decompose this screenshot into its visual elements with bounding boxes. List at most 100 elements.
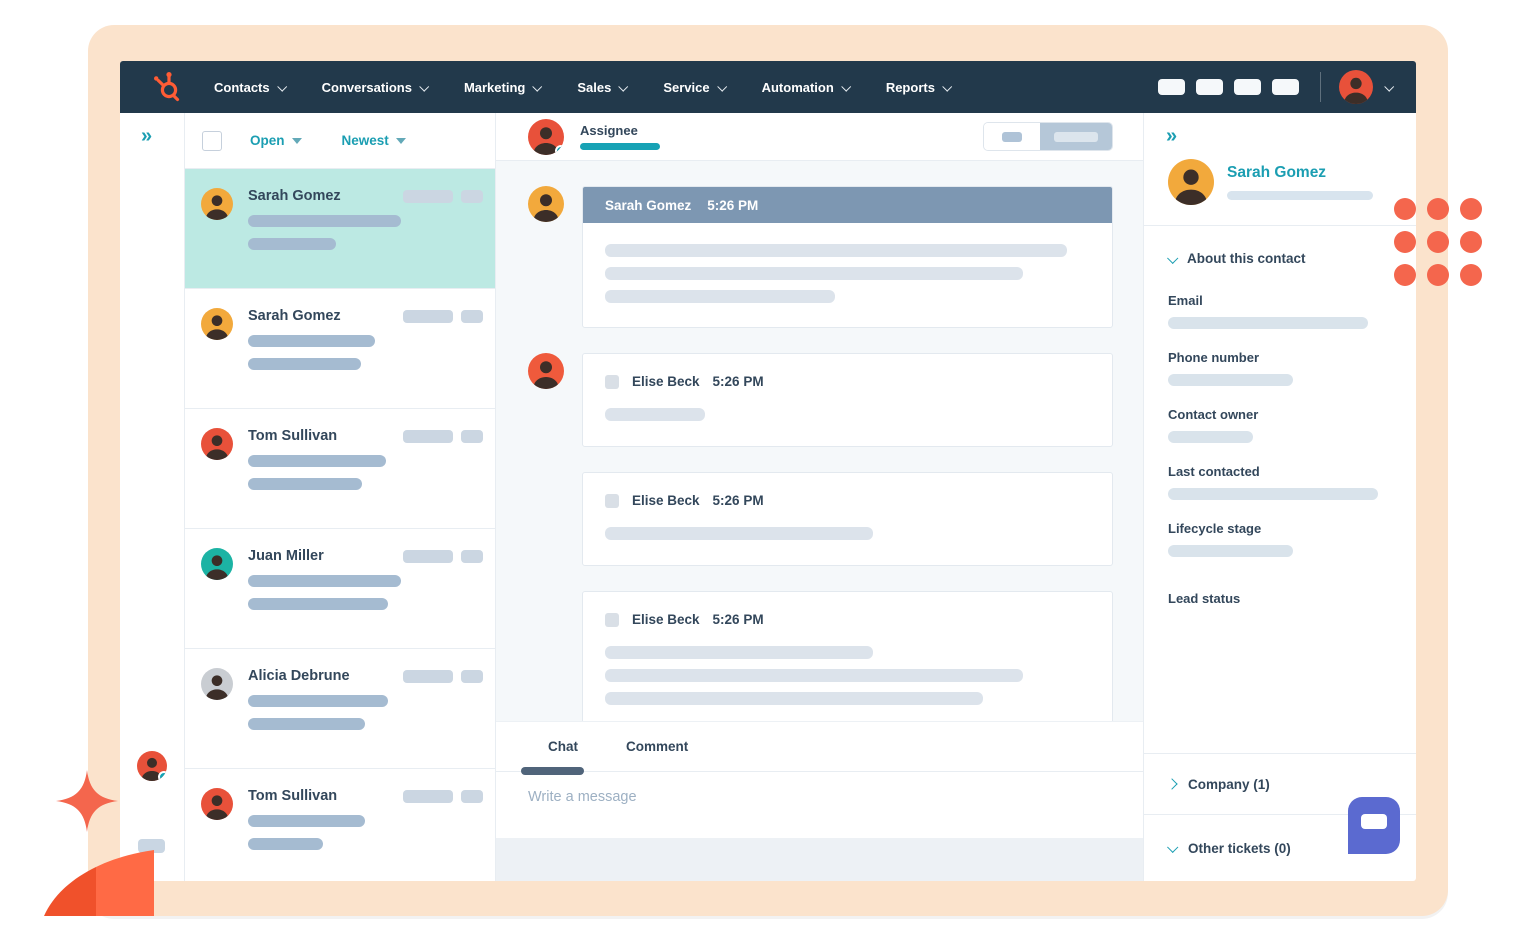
timestamp-placeholder: [403, 669, 453, 683]
message-sender: Elise Beck: [632, 612, 700, 627]
field-label: Phone number: [1168, 350, 1260, 365]
message-header: Sarah Gomez 5:26 PM: [583, 187, 1112, 223]
conversation-row-alicia-debrune[interactable]: Alicia Debrune: [185, 649, 495, 769]
contact-panel: » Sarah Gomez About this contact Email Ph…: [1143, 113, 1416, 881]
assignee-label: Assignee: [580, 123, 638, 138]
composer-tab-chat[interactable]: Chat: [548, 739, 578, 754]
user-menu-chevron-down-icon[interactable]: [1384, 81, 1395, 92]
nav-item-sales[interactable]: Sales: [577, 80, 629, 95]
badge-placeholder: [461, 429, 483, 443]
hubspot-sprocket-logo-icon[interactable]: [152, 70, 184, 104]
message-checkbox[interactable]: [605, 374, 619, 389]
conversation-contact-name: Tom Sullivan: [248, 428, 338, 444]
view-toggle-right-segment[interactable]: [1040, 123, 1112, 150]
conversation-row-tom-sullivan[interactable]: Tom Sullivan: [185, 769, 495, 881]
preview-text-placeholder: [248, 238, 336, 250]
nav-action-placeholder[interactable]: [1196, 79, 1223, 95]
message-sarah-gomez: Sarah Gomez 5:26 PM: [528, 186, 1113, 328]
decorative-dot: [1394, 198, 1416, 220]
chevron-down-icon: [1167, 841, 1179, 853]
status-filter-dropdown[interactable]: Open: [250, 133, 302, 148]
field-label: Lead status: [1168, 591, 1241, 606]
message-checkbox[interactable]: [605, 493, 619, 508]
message-card: Elise Beck 5:26 PM: [582, 591, 1113, 721]
message-elise-beck: Elise Beck 5:26 PM: [528, 353, 1113, 447]
preview-text-placeholder: [248, 575, 401, 587]
nav-item-reports[interactable]: Reports: [886, 80, 953, 95]
nav-item-service[interactable]: Service: [663, 79, 727, 95]
preview-text-placeholder: [248, 598, 388, 610]
app-window: Contacts Conversations Marketing Sales Servi…: [120, 61, 1416, 881]
nav-divider: [1320, 72, 1321, 102]
nav-item-automation[interactable]: Automation: [761, 79, 851, 95]
field-label: Email: [1168, 293, 1203, 308]
timestamp-placeholder: [403, 549, 453, 563]
preview-text-placeholder: [248, 695, 388, 707]
expand-sidebar-button[interactable]: »: [141, 126, 152, 146]
contact-fields: Email Phone number Contact owner Last conta…: [1168, 293, 1392, 627]
contact-avatar: [201, 428, 233, 460]
nav-action-placeholders: [1147, 79, 1299, 95]
nav-item-contacts[interactable]: Contacts: [214, 80, 287, 95]
stage: Contacts Conversations Marketing Sales Servi…: [0, 0, 1536, 943]
contact-avatar: [201, 188, 233, 220]
select-all-checkbox[interactable]: [202, 130, 222, 151]
contact-name[interactable]: Sarah Gomez: [1227, 164, 1373, 182]
agent-avatar[interactable]: [137, 751, 167, 781]
message-sender: Elise Beck: [632, 493, 700, 508]
nav-action-placeholder[interactable]: [1234, 79, 1261, 95]
user-avatar[interactable]: [1339, 70, 1373, 104]
composer-tabs: Chat Comment: [496, 722, 1143, 772]
contact-field-lead-status: Lead status: [1168, 591, 1392, 606]
conversation-row-sarah-gomez[interactable]: Sarah Gomez: [185, 169, 495, 289]
conversation-row-sarah-gomez[interactable]: Sarah Gomez: [185, 289, 495, 409]
nav-action-placeholder[interactable]: [1272, 79, 1299, 95]
chevron-down-icon: [1167, 252, 1179, 264]
conversation-contact-name: Juan Miller: [248, 548, 324, 564]
field-value-placeholder: [1168, 488, 1378, 500]
preview-text-placeholder: [248, 215, 401, 227]
about-contact-toggle[interactable]: About this contact: [1167, 251, 1416, 266]
nav-item-conversations[interactable]: Conversations: [321, 79, 430, 95]
sort-dropdown[interactable]: Newest: [342, 133, 406, 148]
nav-item-label: Automation: [761, 79, 834, 95]
message-checkbox[interactable]: [605, 612, 619, 627]
timestamp-placeholder: [403, 309, 453, 323]
message-card: Elise Beck 5:26 PM: [582, 353, 1113, 447]
conversation-list: Open Newest Sarah Gomez Sarah Gomez Tom Su…: [185, 113, 496, 881]
nav-item-label: Conversations: [321, 79, 412, 95]
preview-text-placeholder: [248, 335, 375, 347]
message-time: 5:26 PM: [712, 374, 764, 389]
conversation-row-tom-sullivan[interactable]: Tom Sullivan: [185, 409, 495, 529]
view-toggle-left-segment[interactable]: [984, 123, 1041, 150]
online-status-dot: [555, 144, 564, 155]
composer-tab-comment[interactable]: Comment: [626, 739, 688, 754]
assignee-avatar[interactable]: [528, 118, 564, 155]
decorative-dot: [1460, 264, 1482, 286]
conversation-rows: Sarah Gomez Sarah Gomez Tom Sullivan Juan M…: [185, 169, 495, 881]
preview-text-placeholder: [248, 358, 361, 370]
chat-widget-button[interactable]: [1348, 797, 1400, 854]
expand-panel-button[interactable]: »: [1166, 125, 1177, 147]
contact-field-contact-owner: Contact owner: [1168, 407, 1392, 443]
timestamp-placeholder: [403, 189, 453, 203]
chevron-down-icon: [532, 81, 543, 92]
chevron-down-icon: [942, 81, 953, 92]
nav-item-label: Service: [663, 79, 710, 95]
contact-avatar: [201, 308, 233, 340]
message-sender: Sarah Gomez: [605, 197, 692, 213]
message-text-placeholder: [605, 267, 1023, 280]
message-text-placeholder: [605, 290, 835, 303]
message-text-placeholder: [605, 408, 705, 421]
nav-item-marketing[interactable]: Marketing: [464, 80, 543, 95]
preview-text-placeholder: [248, 838, 323, 850]
message-text-placeholder: [605, 692, 983, 705]
chat-widget-icon: [1361, 814, 1387, 829]
decorative-dot: [1427, 264, 1449, 286]
composer-input[interactable]: Write a message: [496, 772, 1143, 838]
contact-field-last-contacted: Last contacted: [1168, 464, 1392, 500]
composer: Chat Comment Write a message: [496, 721, 1143, 881]
conversation-row-juan-miller[interactable]: Juan Miller: [185, 529, 495, 649]
contact-avatar: [1168, 159, 1214, 205]
nav-action-placeholder[interactable]: [1158, 79, 1185, 95]
